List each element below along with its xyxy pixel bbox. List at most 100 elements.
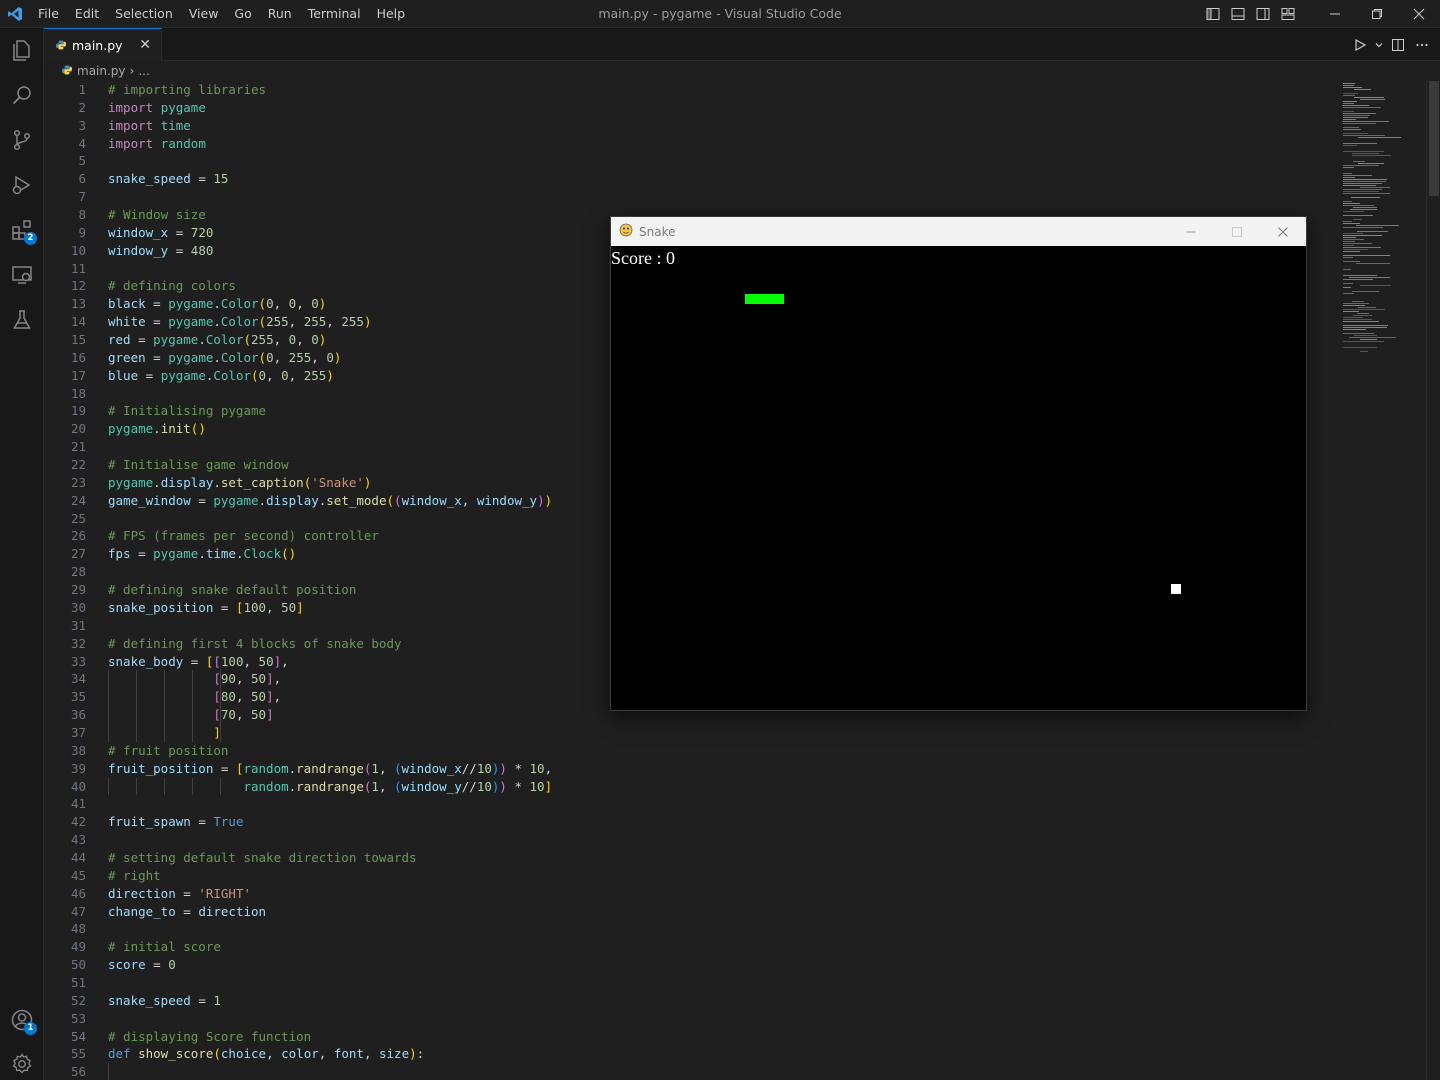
code-line[interactable]: random.randrange(1, (window_y//10)) * 10…	[108, 777, 1308, 796]
code-line[interactable]: # importing libraries	[108, 81, 1308, 99]
code-line[interactable]: ]	[108, 723, 1308, 742]
code-line[interactable]	[108, 1010, 1308, 1028]
line-number: 17	[70, 367, 86, 383]
accounts-icon[interactable]: 1	[0, 998, 44, 1042]
game-canvas[interactable]: Score : 0	[611, 246, 1306, 710]
code-line[interactable]: # fruit position	[108, 742, 1308, 760]
testing-icon[interactable]	[0, 298, 44, 342]
minimap-line	[1343, 311, 1359, 312]
close-window-icon[interactable]	[1398, 0, 1440, 28]
line-number: 20	[70, 421, 86, 437]
menu-edit[interactable]: Edit	[67, 0, 107, 28]
code-line[interactable]: # right	[108, 867, 1308, 885]
search-icon[interactable]	[0, 73, 44, 117]
minimap-line	[1343, 173, 1352, 174]
restore-icon[interactable]	[1356, 0, 1398, 28]
snake-game-window[interactable]: Snake Score : 0	[610, 216, 1307, 711]
line-number: 34	[70, 671, 86, 687]
toggle-secondary-sidebar-icon[interactable]	[1250, 0, 1275, 28]
minimap-line	[1350, 209, 1377, 210]
minimap-line	[1358, 307, 1376, 308]
fruit	[1171, 584, 1182, 595]
line-number: 44	[70, 849, 86, 865]
code-line[interactable]	[108, 831, 1308, 849]
code-line[interactable]: # setting default snake direction toward…	[108, 849, 1308, 867]
source-control-icon[interactable]	[0, 118, 44, 162]
code-line[interactable]: # initial score	[108, 938, 1308, 956]
menu-view[interactable]: View	[181, 0, 227, 28]
indent-guide	[108, 1063, 109, 1080]
code-line[interactable]	[108, 152, 1308, 170]
breadcrumb-symbols[interactable]: ...	[138, 64, 149, 78]
indent-guide	[164, 723, 165, 742]
minimap-line	[1343, 255, 1390, 256]
line-number: 37	[70, 724, 86, 740]
code-line[interactable]: def show_score(choice, color, font, size…	[108, 1045, 1308, 1063]
editor-actions	[1348, 28, 1434, 61]
explorer-files-icon[interactable]	[0, 28, 44, 72]
run-dropdown-chevron-icon[interactable]	[1372, 28, 1386, 61]
scrollbar-thumb[interactable]	[1429, 81, 1439, 196]
snake-window-titlebar[interactable]: Snake	[611, 217, 1306, 246]
minimap-line	[1360, 351, 1368, 352]
code-line[interactable]: score = 0	[108, 956, 1308, 974]
code-line[interactable]: import time	[108, 117, 1308, 135]
customize-layout-icon[interactable]	[1275, 0, 1300, 28]
split-editor-icon[interactable]	[1386, 28, 1410, 61]
code-line[interactable]: # displaying Score function	[108, 1028, 1308, 1046]
line-number: 10	[70, 242, 86, 258]
line-number: 31	[70, 617, 86, 633]
indent-guide	[220, 670, 221, 689]
code-line[interactable]: snake_speed = 1	[108, 992, 1308, 1010]
menu-selection[interactable]: Selection	[107, 0, 181, 28]
tab-main-py[interactable]: main.py ✕	[44, 28, 162, 61]
tab-close-icon[interactable]: ✕	[139, 37, 151, 53]
minimap-line	[1343, 183, 1382, 184]
minimap-line	[1343, 221, 1352, 222]
menu-file[interactable]: File	[30, 0, 67, 28]
indent-guide	[108, 688, 109, 707]
run-python-file-icon[interactable]	[1348, 28, 1372, 61]
manage-gear-icon[interactable]	[0, 1042, 44, 1080]
indent-guide	[220, 777, 221, 796]
menu-help[interactable]: Help	[369, 0, 414, 28]
activity-bar: 2 1	[0, 28, 44, 1080]
snake-minimize-icon[interactable]	[1168, 217, 1214, 246]
line-number: 35	[70, 689, 86, 705]
breadcrumb-file[interactable]: main.py	[77, 64, 126, 78]
code-line[interactable]: import random	[108, 135, 1308, 153]
run-debug-icon[interactable]	[0, 163, 44, 207]
minimap-line	[1343, 235, 1382, 236]
indent-guide	[136, 670, 137, 689]
code-line[interactable]	[108, 795, 1308, 813]
menu-run[interactable]: Run	[260, 0, 300, 28]
code-line[interactable]: import pygame	[108, 99, 1308, 117]
minimize-icon[interactable]	[1314, 0, 1356, 28]
snake-close-icon[interactable]	[1260, 217, 1306, 246]
snake-maximize-icon[interactable]	[1214, 217, 1260, 246]
more-actions-icon[interactable]	[1410, 28, 1434, 61]
minimap-line	[1343, 245, 1354, 246]
code-line[interactable]: direction = 'RIGHT'	[108, 885, 1308, 903]
code-line[interactable]	[108, 188, 1308, 206]
extensions-badge: 2	[24, 232, 37, 245]
line-number: 46	[70, 885, 86, 901]
minimap[interactable]	[1340, 81, 1426, 1080]
editor-vertical-scrollbar[interactable]	[1426, 81, 1440, 1080]
remote-explorer-icon[interactable]	[0, 253, 44, 297]
line-number: 33	[70, 653, 86, 669]
menu-terminal[interactable]: Terminal	[300, 0, 369, 28]
code-line[interactable]: snake_speed = 15	[108, 170, 1308, 188]
toggle-panel-icon[interactable]	[1225, 0, 1250, 28]
code-line[interactable]	[108, 1063, 1308, 1080]
code-line[interactable]: change_to = direction	[108, 903, 1308, 921]
code-line[interactable]	[108, 974, 1308, 992]
code-line[interactable]: fruit_position = [random.randrange(1, (w…	[108, 760, 1308, 778]
minimap-line	[1343, 145, 1357, 146]
code-line[interactable]: fruit_spawn = True	[108, 813, 1308, 831]
extensions-icon[interactable]: 2	[0, 208, 44, 252]
line-number: 38	[70, 742, 86, 758]
code-line[interactable]	[108, 920, 1308, 938]
menu-go[interactable]: Go	[226, 0, 259, 28]
toggle-primary-sidebar-icon[interactable]	[1200, 0, 1225, 28]
